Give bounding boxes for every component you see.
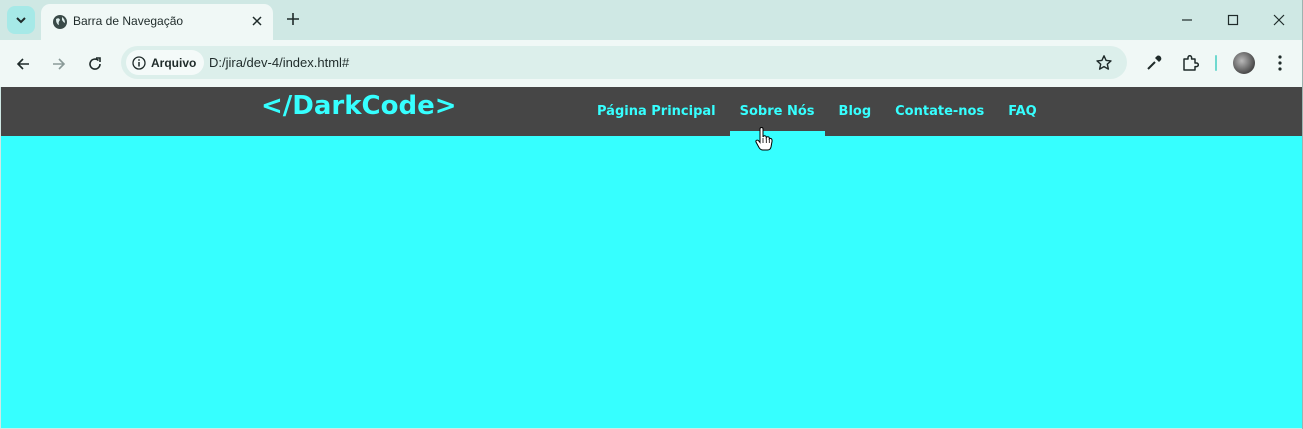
reload-icon[interactable] [81,50,109,78]
tab-title: Barra de Navegação [73,14,184,28]
page-viewport: </DarkCode> Página Principal Sobre Nós B… [1,87,1302,428]
tab-strip: Barra de Navegação [0,0,1303,40]
site-info-chip[interactable]: Arquivo [126,50,205,75]
info-icon [132,55,146,70]
url-text[interactable]: D:/jira/dev-4/index.html# [209,55,349,70]
nav-menu: Página Principal Sobre Nós Blog Contate-… [587,87,1051,136]
globe-icon [53,15,67,29]
extensions-icon[interactable] [1180,53,1200,73]
site-logo[interactable]: </DarkCode> [261,91,457,121]
window-close-icon[interactable] [1264,6,1294,34]
nav-item-about[interactable]: Sobre Nós [729,87,825,136]
nav-item-blog[interactable]: Blog [829,87,882,136]
site-navbar: </DarkCode> Página Principal Sobre Nós B… [1,87,1302,136]
chevron-down-icon [16,17,26,24]
avatar[interactable] [1233,52,1255,74]
star-icon[interactable] [1095,54,1113,72]
toolbar-divider [1215,55,1217,71]
hand-cursor-icon [755,127,773,151]
eyedropper-icon[interactable] [1144,53,1164,73]
forward-icon[interactable] [45,50,73,78]
site-info-label: Arquivo [151,55,197,70]
browser-tab[interactable]: Barra de Navegação [41,4,273,40]
plus-icon[interactable] [282,8,304,30]
close-icon[interactable] [249,13,265,29]
nav-item-contact[interactable]: Contate-nos [885,87,994,136]
address-bar[interactable]: Arquivo D:/jira/dev-4/index.html# [121,46,1127,79]
nav-item-home[interactable]: Página Principal [587,87,726,136]
more-menu-icon[interactable] [1270,53,1290,73]
back-icon[interactable] [9,50,37,78]
minimize-icon[interactable] [1172,6,1202,34]
maximize-icon[interactable] [1218,6,1248,34]
tab-search-button[interactable] [7,6,35,34]
nav-item-faq[interactable]: FAQ [998,87,1047,136]
browser-toolbar: Arquivo D:/jira/dev-4/index.html# [0,40,1303,87]
